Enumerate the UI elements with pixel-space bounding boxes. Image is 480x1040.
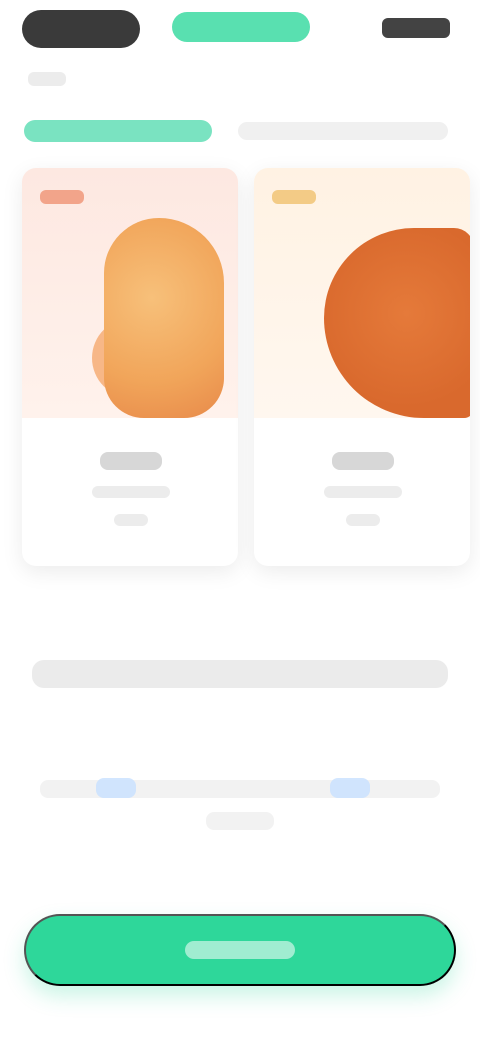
primary-cta-button[interactable] bbox=[24, 914, 456, 986]
tab-inactive[interactable] bbox=[238, 122, 448, 140]
card-right[interactable] bbox=[254, 168, 470, 566]
card-title bbox=[332, 452, 394, 470]
subheader-hint bbox=[28, 72, 66, 86]
legal-text-line-2 bbox=[206, 812, 274, 830]
legal-link-1[interactable] bbox=[96, 778, 136, 798]
portrait-illustration bbox=[104, 218, 224, 418]
card-subtitle bbox=[324, 486, 402, 498]
card-tag bbox=[40, 190, 84, 204]
activity-pill[interactable] bbox=[172, 12, 310, 42]
card-meta bbox=[114, 514, 148, 526]
tab-bar bbox=[0, 110, 480, 148]
status-icons bbox=[382, 18, 450, 38]
cta-label bbox=[185, 941, 295, 959]
horse-illustration bbox=[324, 228, 470, 418]
card-subtitle bbox=[92, 486, 170, 498]
info-message bbox=[32, 660, 448, 688]
card-meta bbox=[346, 514, 380, 526]
legal-link-2[interactable] bbox=[330, 778, 370, 798]
card-left[interactable] bbox=[22, 168, 238, 566]
tab-active[interactable] bbox=[24, 120, 212, 142]
card-hero bbox=[22, 168, 238, 418]
status-bar bbox=[0, 0, 480, 60]
cards bbox=[14, 168, 480, 588]
card-title bbox=[100, 452, 162, 470]
time-pill bbox=[22, 10, 140, 48]
card-hero bbox=[254, 168, 470, 418]
card-tag bbox=[272, 190, 316, 204]
